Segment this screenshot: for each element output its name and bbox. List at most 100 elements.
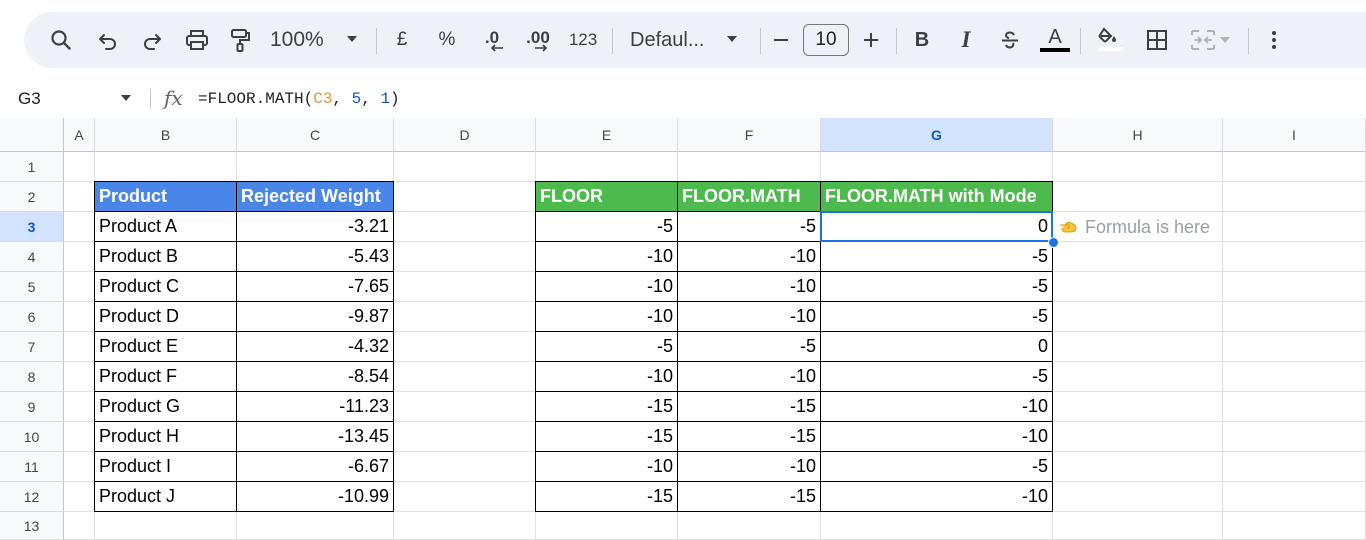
- grid-cell[interactable]: [1223, 392, 1366, 422]
- floor-math-mode-result-cell[interactable]: -10: [820, 481, 1053, 512]
- product-name-cell[interactable]: Product J: [94, 481, 237, 512]
- grid-cell[interactable]: [1223, 512, 1366, 540]
- grid-cell[interactable]: [64, 482, 95, 512]
- rejected-weight-cell[interactable]: -6.67: [236, 451, 394, 482]
- grid-cell[interactable]: [536, 512, 678, 540]
- italic-button[interactable]: I: [952, 12, 980, 68]
- grid-cell[interactable]: [1223, 362, 1366, 392]
- table-header-cell[interactable]: Product: [94, 181, 237, 212]
- row-header-4[interactable]: 4: [0, 242, 64, 272]
- column-header-b[interactable]: B: [95, 118, 237, 152]
- floor-math-mode-result-cell[interactable]: -10: [820, 421, 1053, 452]
- grid-cell[interactable]: [64, 332, 95, 362]
- formula-input[interactable]: =FLOOR.MATH(C3, 5, 1): [198, 80, 400, 118]
- floor-math-result-cell[interactable]: -10: [677, 301, 821, 332]
- column-header-g[interactable]: G: [821, 118, 1053, 152]
- grid-cell[interactable]: [64, 212, 95, 242]
- row-header-3[interactable]: 3: [0, 212, 64, 242]
- grid-cell[interactable]: [394, 302, 536, 332]
- product-name-cell[interactable]: Product B: [94, 241, 237, 272]
- grid-cell[interactable]: [1053, 512, 1223, 540]
- column-header-c[interactable]: C: [237, 118, 394, 152]
- product-name-cell[interactable]: Product C: [94, 271, 237, 302]
- grid-cell[interactable]: [1223, 272, 1366, 302]
- product-name-cell[interactable]: Product I: [94, 451, 237, 482]
- grid-cell[interactable]: [64, 512, 95, 540]
- grid-cell[interactable]: [1053, 392, 1223, 422]
- grid-cell[interactable]: [394, 152, 536, 182]
- column-header-f[interactable]: F: [678, 118, 821, 152]
- row-header-1[interactable]: 1: [0, 152, 64, 182]
- product-name-cell[interactable]: Product H: [94, 421, 237, 452]
- undo-button[interactable]: [92, 12, 124, 68]
- table-header-cell[interactable]: FLOOR.MATH: [677, 181, 821, 212]
- grid-cell[interactable]: [394, 452, 536, 482]
- rejected-weight-cell[interactable]: -9.87: [236, 301, 394, 332]
- grid-cell[interactable]: [64, 182, 95, 212]
- grid-cell[interactable]: [1053, 482, 1223, 512]
- grid-cell[interactable]: [1053, 152, 1223, 182]
- product-name-cell[interactable]: Product F: [94, 361, 237, 392]
- grid-cell[interactable]: [394, 362, 536, 392]
- currency-format-button[interactable]: £: [390, 12, 414, 68]
- floor-math-result-cell[interactable]: -5: [677, 211, 821, 242]
- more-options-button[interactable]: [1260, 12, 1288, 68]
- increase-decimal-button[interactable]: .00: [520, 12, 556, 68]
- floor-math-mode-result-cell[interactable]: -5: [820, 451, 1053, 482]
- row-header-8[interactable]: 8: [0, 362, 64, 392]
- grid-cell[interactable]: [1223, 212, 1366, 242]
- floor-math-result-cell[interactable]: -10: [677, 271, 821, 302]
- grid-cell[interactable]: [1053, 182, 1223, 212]
- grid-cell[interactable]: [64, 392, 95, 422]
- grid-cell[interactable]: [821, 512, 1053, 540]
- grid-cell[interactable]: [536, 152, 678, 182]
- column-header-d[interactable]: D: [394, 118, 536, 152]
- grid-cell[interactable]: [64, 302, 95, 332]
- font-select[interactable]: Defaul...: [630, 12, 750, 68]
- font-size-input[interactable]: 10: [803, 24, 849, 56]
- grid-cell[interactable]: [1053, 272, 1223, 302]
- column-header-i[interactable]: I: [1223, 118, 1366, 152]
- grid-cell[interactable]: [394, 482, 536, 512]
- print-button[interactable]: [180, 12, 214, 68]
- floor-math-result-cell[interactable]: -15: [677, 421, 821, 452]
- zoom-select[interactable]: 100%: [270, 12, 370, 68]
- floor-result-cell[interactable]: -5: [535, 211, 678, 242]
- floor-math-result-cell[interactable]: -10: [677, 451, 821, 482]
- grid-cell[interactable]: [394, 422, 536, 452]
- grid-cell[interactable]: [394, 512, 536, 540]
- row-header-11[interactable]: 11: [0, 452, 64, 482]
- grid-cell[interactable]: [1223, 422, 1366, 452]
- grid-cell[interactable]: [64, 452, 95, 482]
- grid-cell[interactable]: [237, 152, 394, 182]
- table-header-cell[interactable]: Rejected Weight: [236, 181, 394, 212]
- grid-cell[interactable]: [1053, 302, 1223, 332]
- grid-cell[interactable]: [1053, 362, 1223, 392]
- row-header-12[interactable]: 12: [0, 482, 64, 512]
- grid-cell[interactable]: [95, 152, 237, 182]
- grid-cell[interactable]: [394, 332, 536, 362]
- grid-cell[interactable]: [1223, 152, 1366, 182]
- paint-format-button[interactable]: [224, 12, 256, 68]
- row-header-10[interactable]: 10: [0, 422, 64, 452]
- rejected-weight-cell[interactable]: -13.45: [236, 421, 394, 452]
- product-name-cell[interactable]: Product D: [94, 301, 237, 332]
- grid-cell[interactable]: [1053, 422, 1223, 452]
- borders-button[interactable]: [1140, 12, 1174, 68]
- grid-cell[interactable]: [1223, 242, 1366, 272]
- floor-result-cell[interactable]: -10: [535, 361, 678, 392]
- grid-cell[interactable]: [1223, 302, 1366, 332]
- table-header-cell[interactable]: FLOOR.MATH with Mode: [820, 181, 1053, 212]
- rejected-weight-cell[interactable]: -5.43: [236, 241, 394, 272]
- row-header-9[interactable]: 9: [0, 392, 64, 422]
- more-formats-button[interactable]: 123: [566, 12, 600, 68]
- redo-button[interactable]: [136, 12, 168, 68]
- rejected-weight-cell[interactable]: -10.99: [236, 481, 394, 512]
- floor-math-result-cell[interactable]: -5: [677, 331, 821, 362]
- grid-cell[interactable]: [394, 182, 536, 212]
- floor-result-cell[interactable]: -15: [535, 391, 678, 422]
- floor-result-cell[interactable]: -5: [535, 331, 678, 362]
- rejected-weight-cell[interactable]: -8.54: [236, 361, 394, 392]
- floor-math-mode-result-cell[interactable]: 0: [820, 211, 1053, 242]
- grid-cell[interactable]: [394, 242, 536, 272]
